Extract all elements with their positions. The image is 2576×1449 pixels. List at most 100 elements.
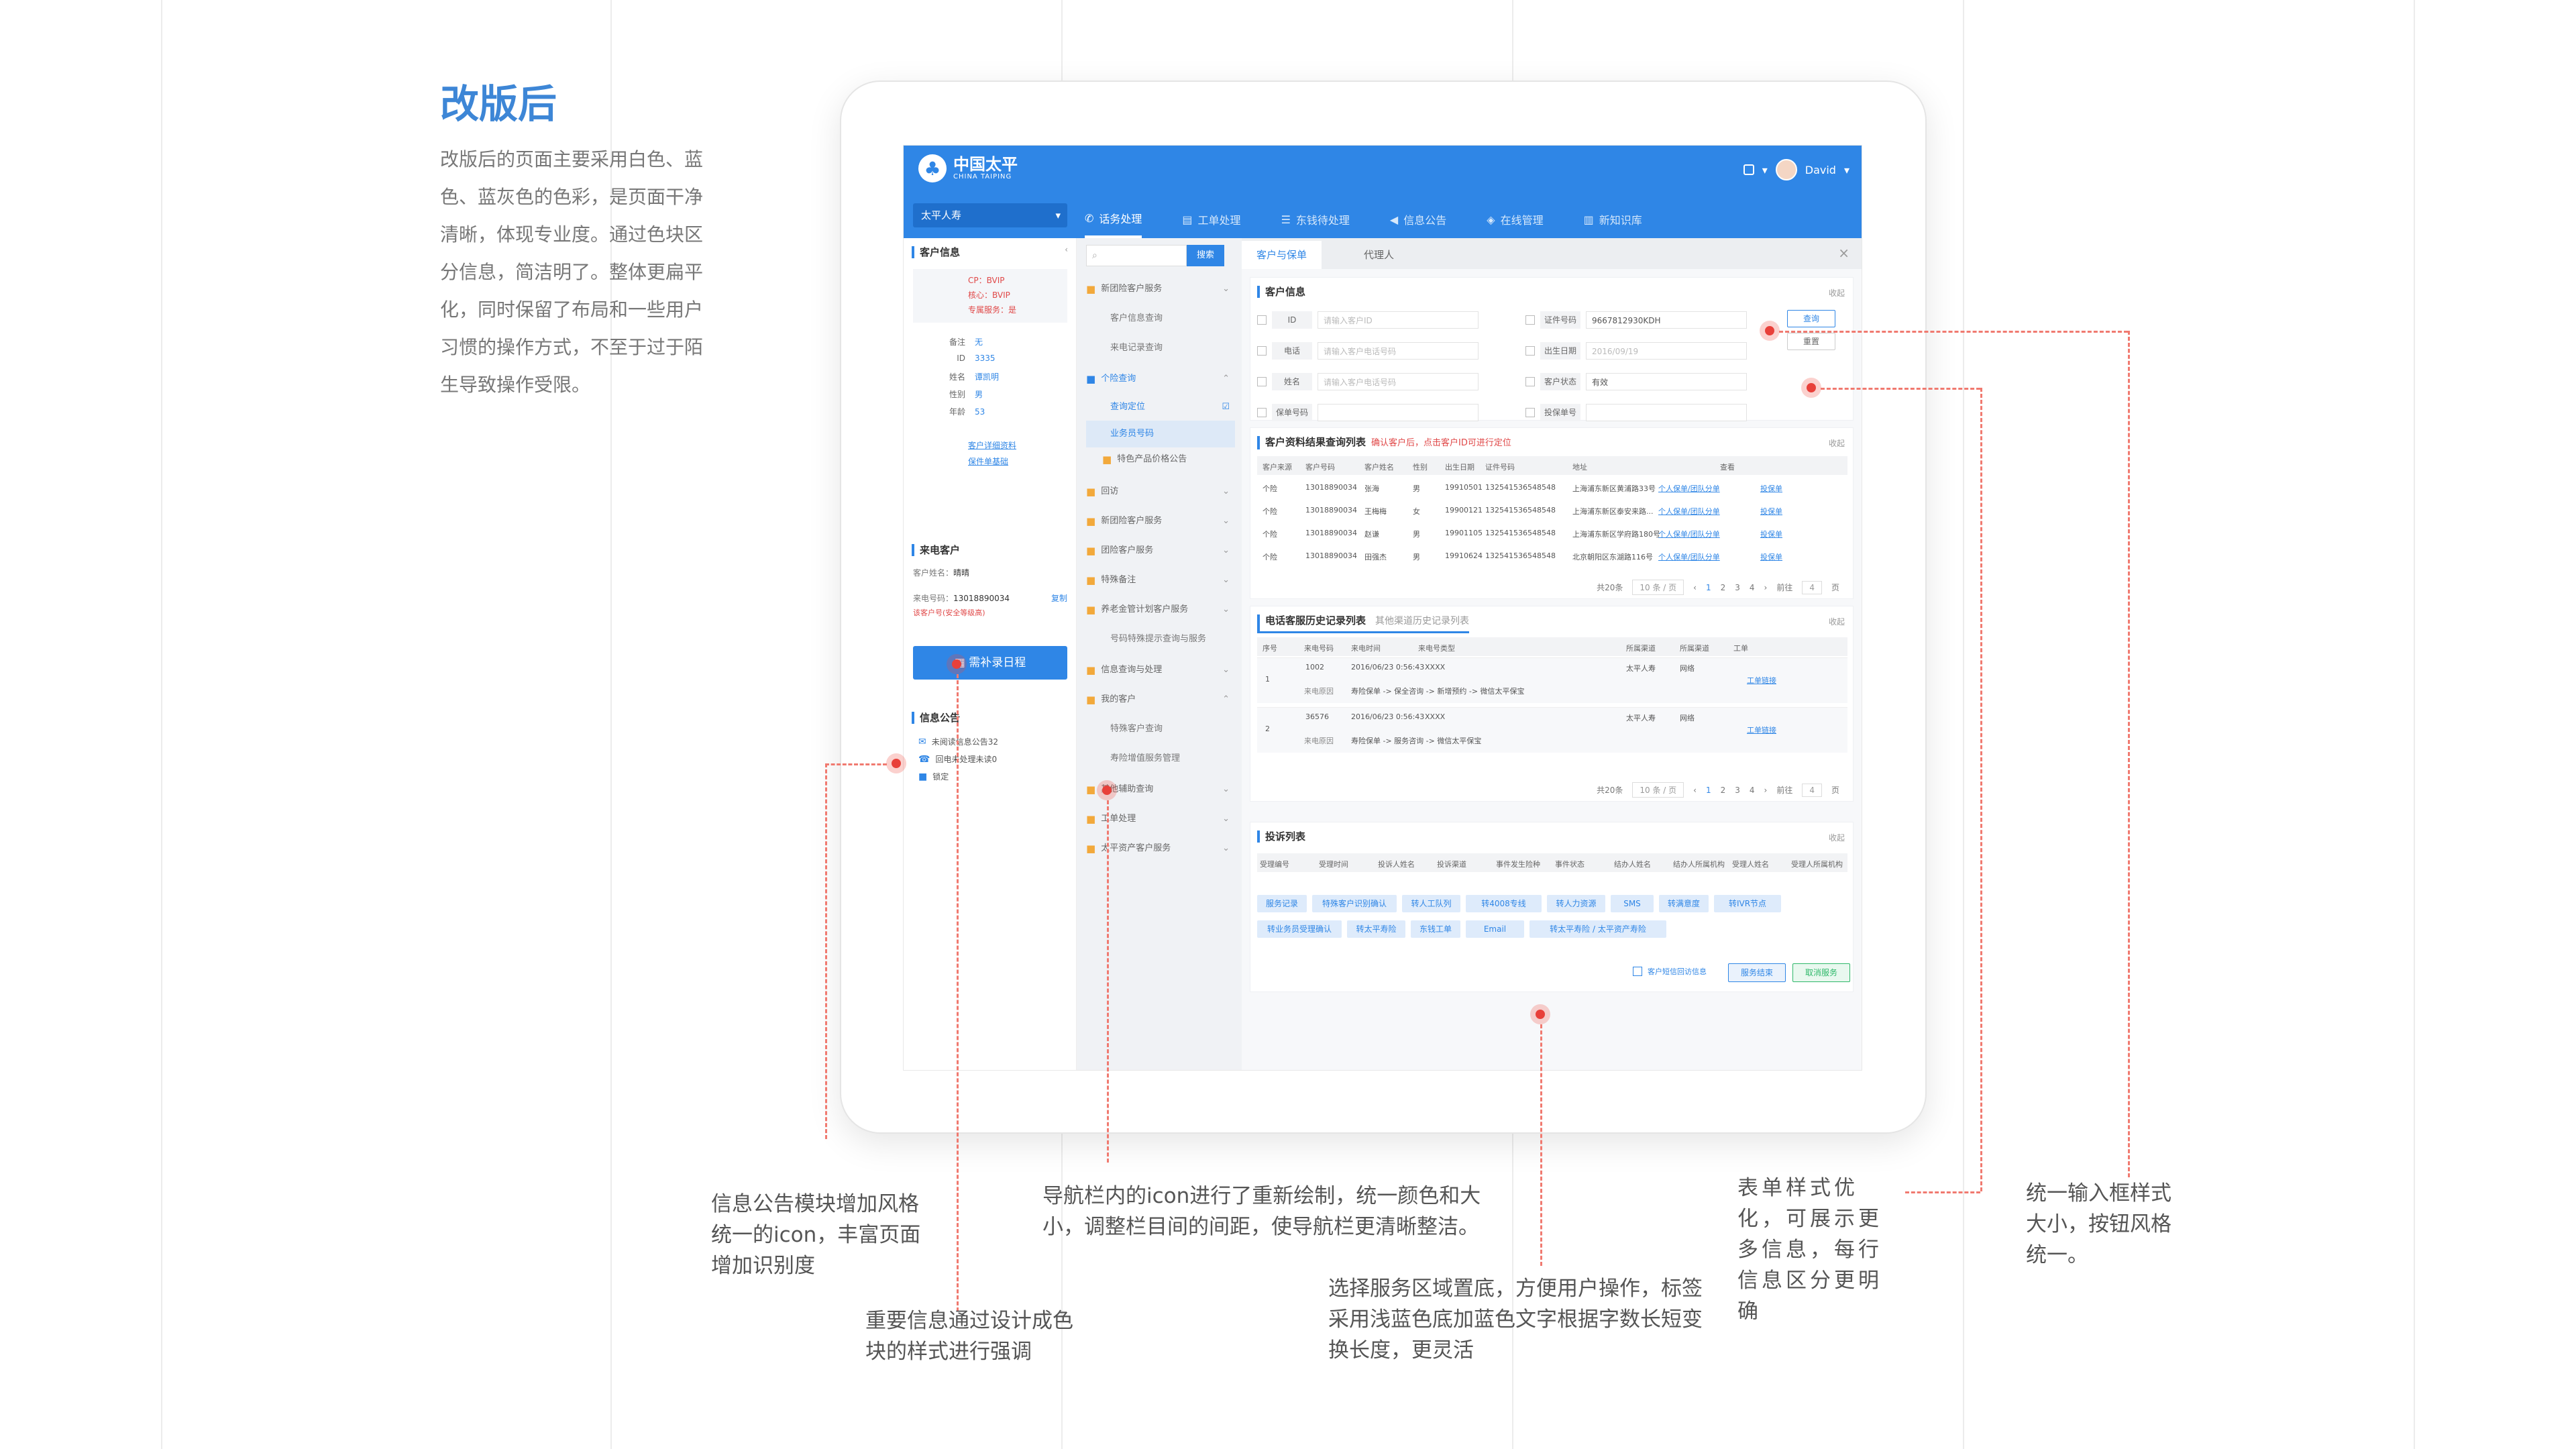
table-link[interactable]: 投保单 [1760, 551, 1782, 562]
chevron-left-icon[interactable]: ‹ [1693, 583, 1697, 592]
history-alt-tab[interactable]: 其他渠道历史记录列表 [1375, 616, 1469, 627]
sms-check[interactable]: 客户短信回访信息 [1633, 966, 1707, 977]
field-input[interactable]: 请输入客户电话号码 [1318, 373, 1479, 390]
page-number[interactable]: 2 [1721, 786, 1726, 795]
page-goto-input[interactable]: 4 [1802, 580, 1822, 594]
service-tag[interactable]: SMS [1611, 895, 1654, 912]
chevron-right-icon[interactable]: › [1764, 786, 1768, 795]
field-input[interactable] [1586, 404, 1747, 421]
nav-search-button[interactable]: 搜索 [1187, 245, 1224, 266]
nav-item[interactable]: 业务员号码 [1086, 421, 1235, 447]
page-size-select[interactable]: 10 条 / 页 [1632, 580, 1684, 595]
collapse-toggle[interactable]: 收起 [1829, 287, 1845, 299]
service-tag[interactable]: 转满意度 [1659, 895, 1709, 912]
user-name[interactable]: David [1805, 164, 1836, 176]
work-order-link[interactable]: 工单链接 [1747, 675, 1776, 686]
chevron-left-icon[interactable]: ‹ [1693, 786, 1697, 795]
field-checkbox[interactable] [1257, 408, 1267, 417]
chevron-right-icon[interactable]: › [1764, 583, 1768, 592]
field-checkbox[interactable] [1257, 315, 1267, 325]
query-button[interactable]: 查询 [1787, 310, 1835, 327]
service-tag[interactable]: 转IVR节点 [1714, 895, 1781, 912]
nav-item[interactable]: ■ 新团险客户服务 ⌄ [1086, 276, 1235, 303]
collapse-toggle[interactable]: 收起 [1829, 832, 1845, 843]
menu-item[interactable]: ◀ 信息公告 [1390, 201, 1446, 238]
table-link[interactable]: 投保单 [1760, 506, 1782, 517]
nav-item[interactable]: ■ 个险查询 ⌃ [1086, 366, 1235, 392]
sms-checkbox[interactable] [1633, 967, 1642, 976]
nav-item[interactable]: 来电记录查询 [1086, 335, 1235, 362]
service-tag[interactable]: 转太平寿险 [1347, 920, 1405, 938]
user-area[interactable]: ▾ David ▾ [1743, 159, 1849, 180]
field-checkbox[interactable] [1525, 346, 1535, 356]
finish-service-button[interactable]: 服务结束 [1728, 963, 1786, 982]
nav-item[interactable]: ■ 养老金管计划客户服务 ⌄ [1086, 596, 1235, 623]
service-tag[interactable]: 特殊客户识别确认 [1312, 895, 1397, 912]
field-checkbox[interactable] [1525, 408, 1535, 417]
service-tag[interactable]: 转人工队列 [1402, 895, 1460, 912]
policy-basic-link[interactable]: 保件单基础 [968, 455, 1008, 467]
page-number[interactable]: 4 [1750, 583, 1755, 592]
nav-search-input[interactable]: ⌕ [1086, 245, 1187, 266]
page-number[interactable]: 1 [1706, 583, 1711, 592]
nav-item[interactable]: ■ 特色产品价格公告 [1086, 446, 1235, 473]
nav-item[interactable]: ■ 团险客户服务 ⌄ [1086, 537, 1235, 564]
history-tab[interactable]: 电话客服历史记录列表 [1265, 614, 1366, 627]
service-tag[interactable]: 转太平寿险 / 太平资产寿险 [1529, 920, 1666, 938]
page-goto-input[interactable]: 4 [1802, 783, 1822, 797]
nav-item[interactable]: ■ 特殊备注 ⌄ [1086, 567, 1235, 594]
service-tag[interactable]: 转业务员受理确认 [1257, 920, 1342, 938]
schedule-button[interactable]: ▦ 需补录日程 [913, 646, 1067, 680]
page-number[interactable]: 3 [1735, 583, 1740, 592]
field-checkbox[interactable] [1525, 315, 1535, 325]
menu-item[interactable]: ▤ 工单处理 [1182, 201, 1240, 238]
table-link[interactable]: 投保单 [1760, 483, 1782, 494]
window-icon[interactable] [1743, 164, 1754, 175]
nav-item[interactable]: ■ 回访 ⌄ [1086, 478, 1235, 505]
field-checkbox[interactable] [1257, 346, 1267, 356]
work-order-link[interactable]: 工单链接 [1747, 724, 1776, 735]
chevron-left-icon[interactable]: ‹ [1065, 245, 1068, 254]
table-link[interactable]: 个人保单/团队分单 [1658, 551, 1720, 562]
copy-link[interactable]: 复制 [1051, 592, 1067, 604]
date-input[interactable]: 2016/09/19 [1586, 342, 1747, 360]
page-number[interactable]: 2 [1721, 583, 1726, 592]
service-tag[interactable]: 转人力资源 [1547, 895, 1605, 912]
nav-item[interactable]: 号码特殊提示查询与服务 [1086, 626, 1235, 653]
nav-item[interactable]: 查询定位 ☑ [1086, 394, 1235, 421]
nav-item[interactable]: 寿险增值服务管理 [1086, 745, 1235, 772]
menu-item[interactable]: ☰ 东钱待处理 [1281, 201, 1350, 238]
page-size-select[interactable]: 10 条 / 页 [1632, 782, 1684, 798]
field-input[interactable]: 9667812930KDH [1586, 311, 1747, 329]
field-input[interactable] [1318, 404, 1479, 421]
reset-button[interactable]: 重置 [1787, 333, 1835, 350]
table-link[interactable]: 个人保单/团队分单 [1658, 506, 1720, 517]
table-link[interactable]: 投保单 [1760, 529, 1782, 539]
menu-item[interactable]: ✆ 话务处理 [1085, 201, 1142, 238]
menu-item[interactable]: ▥ 新知识库 [1584, 201, 1642, 238]
customer-detail-link[interactable]: 客户详细资料 [968, 439, 1016, 451]
page-number[interactable]: 4 [1750, 786, 1755, 795]
collapse-toggle[interactable]: 收起 [1829, 437, 1845, 449]
nav-item[interactable]: 特殊客户查询 [1086, 716, 1235, 743]
field-checkbox[interactable] [1525, 377, 1535, 386]
tab-agent[interactable]: 代理人 [1349, 241, 1409, 269]
service-tag[interactable]: 转4008专线 [1466, 895, 1542, 912]
service-tag[interactable]: 服务记录 [1257, 895, 1307, 912]
collapse-toggle[interactable]: 收起 [1829, 616, 1845, 627]
field-checkbox[interactable] [1257, 377, 1267, 386]
table-link[interactable]: 个人保单/团队分单 [1658, 483, 1720, 494]
service-tag[interactable]: 东钱工单 [1411, 920, 1460, 938]
nav-item[interactable]: ■ 新团险客户服务 ⌄ [1086, 508, 1235, 535]
menu-item[interactable]: ◈ 在线管理 [1487, 201, 1543, 238]
cancel-service-button[interactable]: 取消服务 [1792, 963, 1850, 982]
nav-item[interactable]: 客户信息查询 [1086, 305, 1235, 332]
service-tag[interactable]: Email [1466, 920, 1524, 938]
close-icon[interactable]: × [1838, 245, 1849, 261]
org-select[interactable]: 太平人寿 ▾ [913, 203, 1067, 227]
page-number[interactable]: 3 [1735, 786, 1740, 795]
field-input[interactable]: 请输入客户电话号码 [1318, 342, 1479, 360]
notice-item[interactable]: ■ 锁定 [918, 771, 949, 782]
page-number[interactable]: 1 [1706, 786, 1711, 795]
avatar[interactable] [1775, 159, 1797, 180]
